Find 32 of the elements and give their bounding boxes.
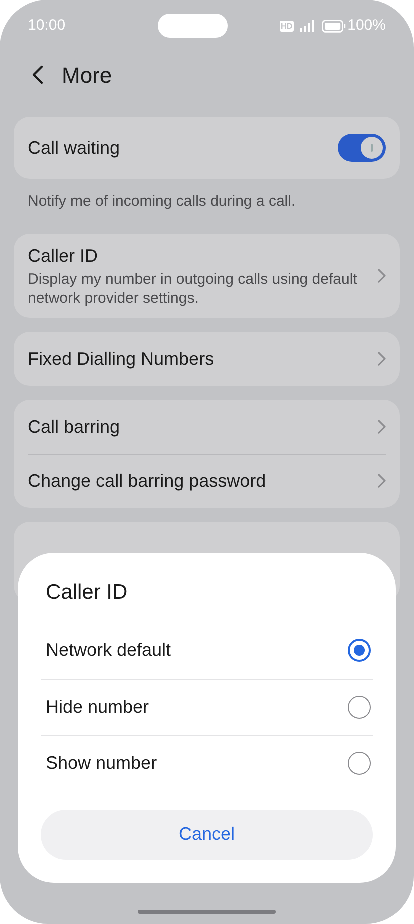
setting-title: Call waiting [28, 136, 120, 160]
chevron-right-icon [378, 420, 386, 434]
setting-title[interactable]: Change call barring password [28, 469, 266, 493]
option-label: Hide number [46, 696, 150, 718]
toggle-switch[interactable] [338, 134, 386, 162]
setting-title[interactable]: Call barring [28, 414, 120, 438]
back-icon[interactable] [32, 65, 44, 85]
setting-title[interactable]: Fixed Dialling Numbers [28, 346, 214, 370]
setting-description: Notify me of incoming calls during a call. [28, 192, 297, 212]
radio-option[interactable]: Network default [41, 622, 373, 678]
chevron-right-icon [378, 352, 386, 366]
battery-icon [322, 20, 346, 32]
status-time: 10:00 [28, 16, 66, 36]
battery-percentage: 100% [348, 16, 386, 36]
setting-title[interactable]: Caller ID [28, 244, 366, 268]
chevron-right-icon [378, 474, 386, 488]
radio-button[interactable] [348, 696, 371, 718]
setting-subtitle: Display my number in outgoing calls using default network provider settings. [28, 270, 358, 308]
settings-card[interactable]: Call waiting [14, 117, 400, 179]
page-title: More [62, 62, 112, 90]
chevron-right-icon [378, 268, 386, 282]
option-label: Show number [46, 752, 158, 774]
dialog-title: Caller ID [45, 580, 129, 606]
cancel-button[interactable]: Cancel [41, 810, 373, 860]
radio-button[interactable] [348, 639, 371, 662]
radio-option[interactable]: Show number [41, 734, 373, 790]
camera-cutout [158, 14, 228, 38]
option-label: Network default [46, 639, 172, 662]
radio-button[interactable] [348, 752, 371, 774]
radio-option[interactable]: Hide number [41, 678, 373, 734]
signal-icon [300, 20, 316, 32]
hd-badge: HD [280, 20, 294, 32]
